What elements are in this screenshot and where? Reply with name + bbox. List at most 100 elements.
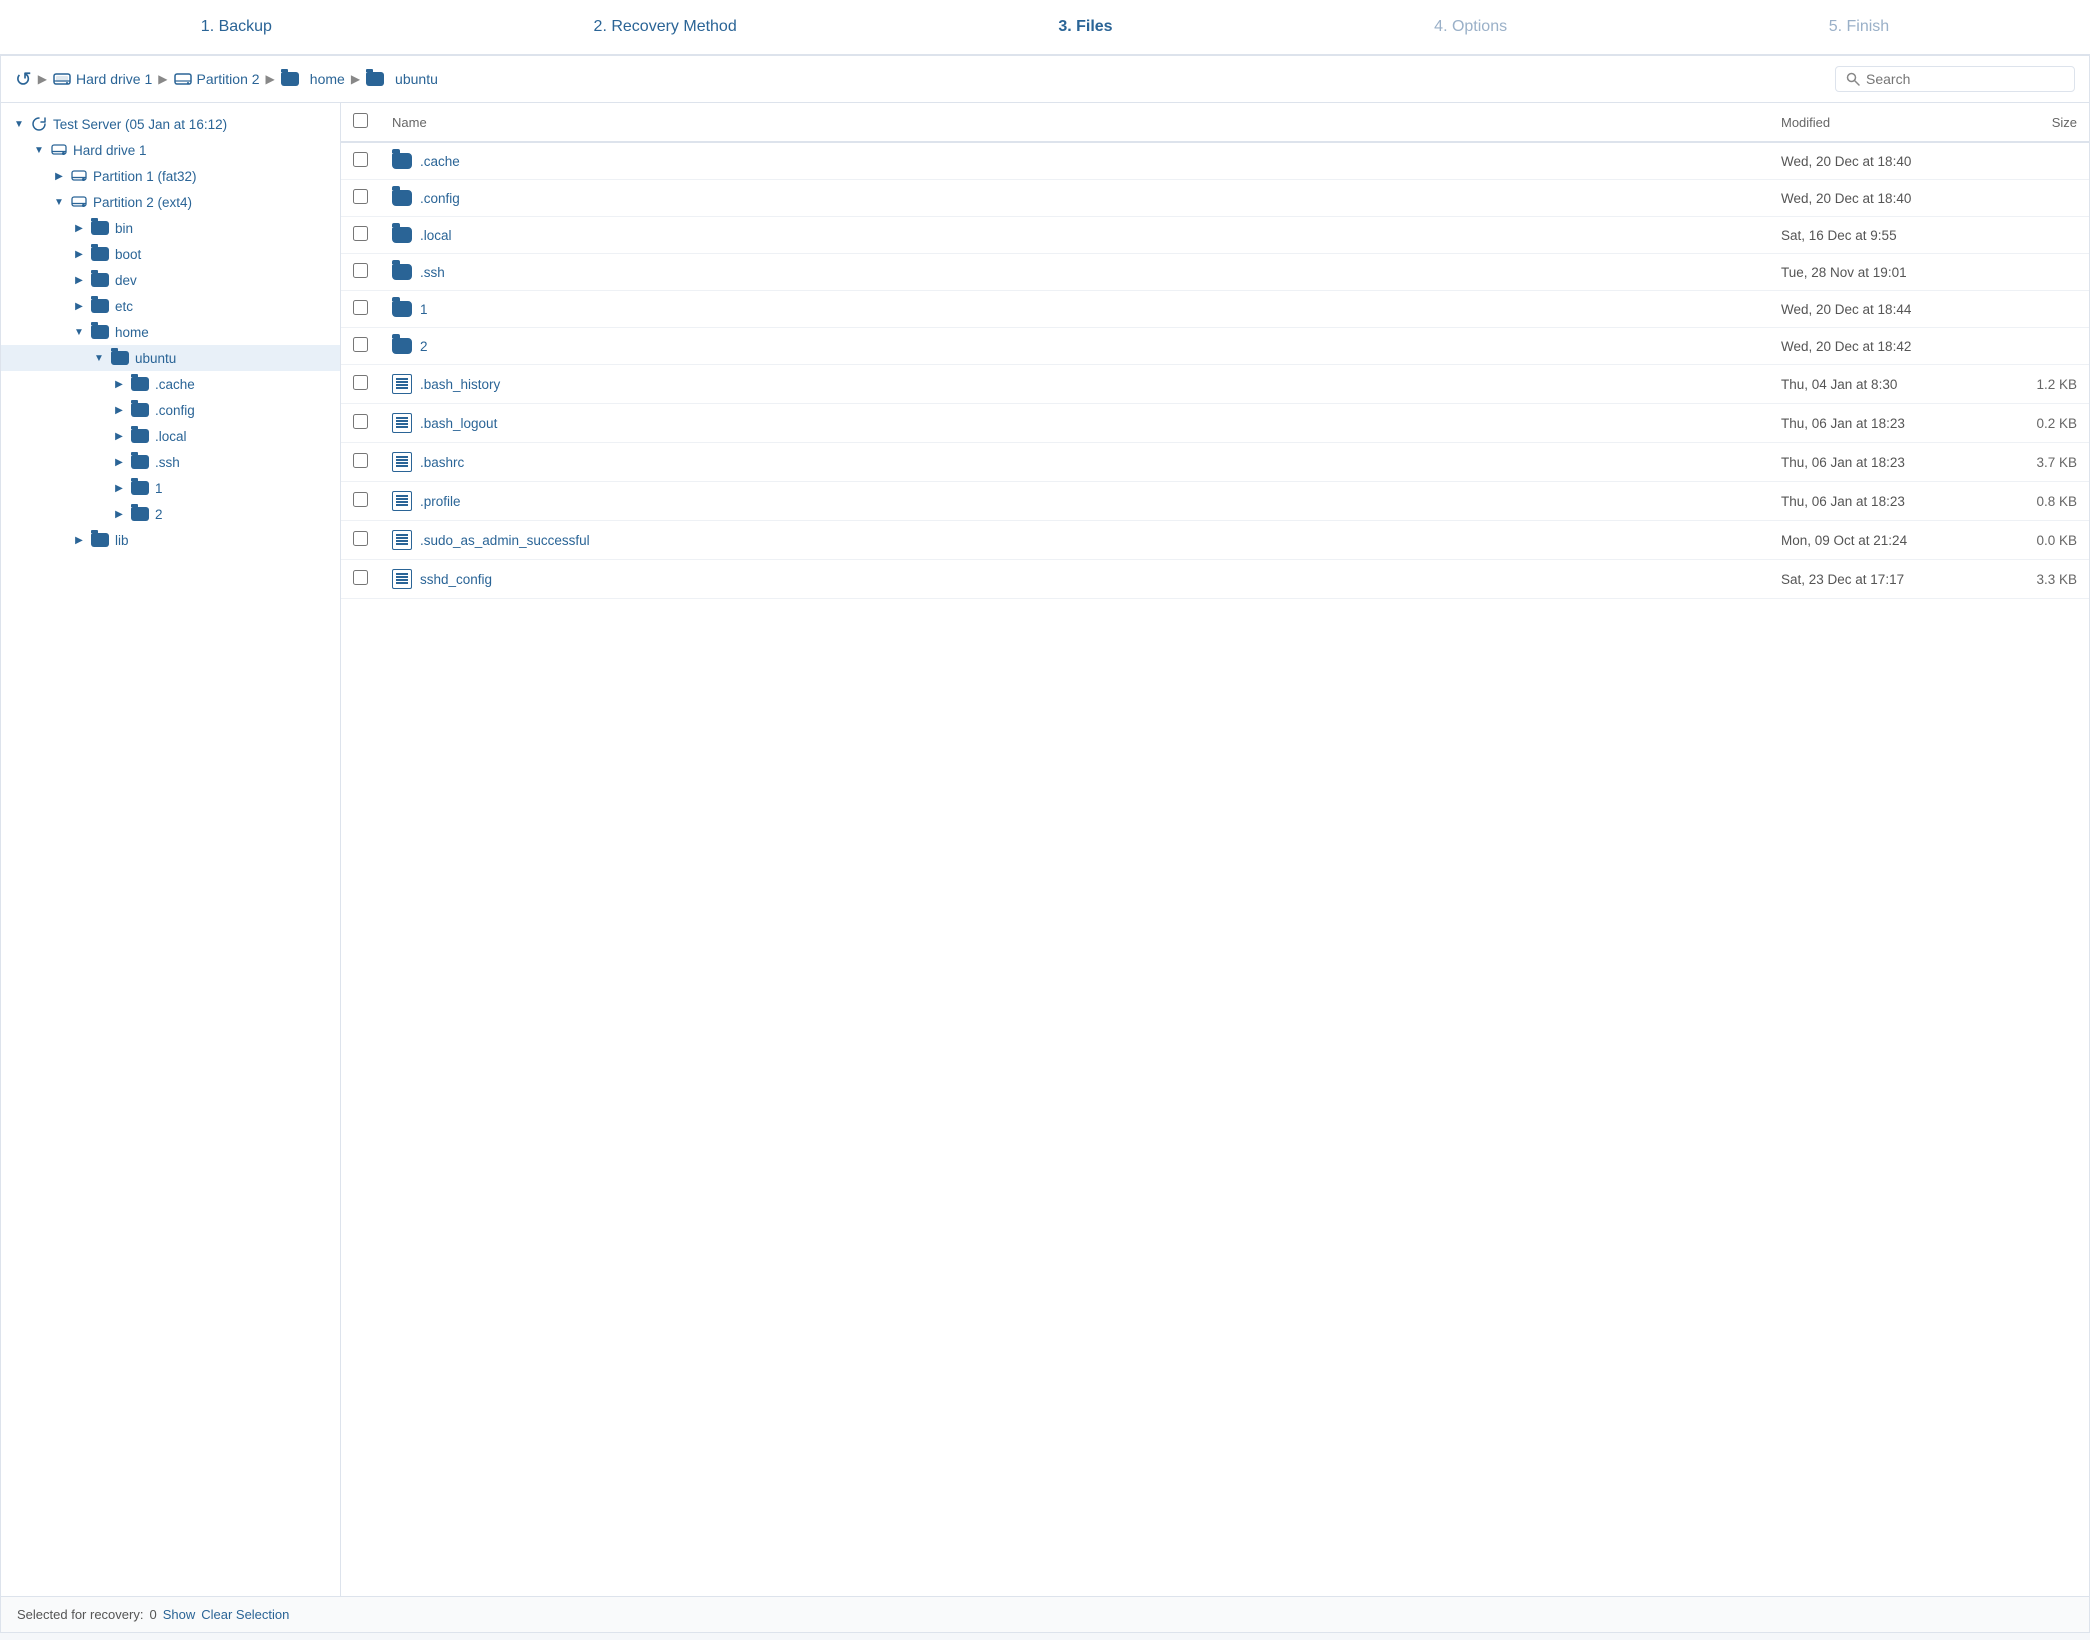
- sidebar-item-ubuntu[interactable]: ubuntu: [1, 345, 340, 371]
- selected-count: 0: [149, 1607, 156, 1622]
- breadcrumb-home[interactable]: home: [281, 71, 345, 87]
- folder-icon-bin: [91, 221, 109, 235]
- table-row: sshd_config Sat, 23 Dec at 17:17 3.3 KB: [341, 560, 2089, 599]
- sidebar-item-1-sub[interactable]: 1: [1, 475, 340, 501]
- file-icon: [392, 413, 412, 433]
- tab-files[interactable]: 3. Files: [1058, 18, 1112, 36]
- file-size-2: [1989, 328, 2089, 365]
- table-row: .cache Wed, 20 Dec at 18:40: [341, 142, 2089, 180]
- search-input[interactable]: [1866, 71, 2064, 87]
- breadcrumb-partition-2[interactable]: Partition 2: [174, 71, 260, 87]
- file-modified-bash_logout: Thu, 06 Jan at 18:23: [1769, 404, 1989, 443]
- file-size-local: [1989, 217, 2089, 254]
- breadcrumb-hard-drive-1[interactable]: Hard drive 1: [53, 71, 152, 87]
- row-checkbox-2[interactable]: [353, 337, 368, 352]
- file-size-config: [1989, 180, 2089, 217]
- row-checkbox-sudo_as_admin[interactable]: [353, 531, 368, 546]
- row-checkbox-bashrc[interactable]: [353, 453, 368, 468]
- file-size-1: [1989, 291, 2089, 328]
- file-name-label: .bash_history: [420, 377, 500, 392]
- file-modified-sudo_as_admin: Mon, 09 Oct at 21:24: [1769, 521, 1989, 560]
- row-checkbox-ssh[interactable]: [353, 263, 368, 278]
- file-name-ssh[interactable]: .ssh: [392, 264, 1757, 280]
- row-checkbox-bash_history[interactable]: [353, 375, 368, 390]
- sidebar-item-test-server[interactable]: Test Server (05 Jan at 16:12): [1, 111, 340, 137]
- sidebar-item-local-sub[interactable]: .local: [1, 423, 340, 449]
- file-icon: [392, 569, 412, 589]
- file-name-label: .cache: [420, 154, 460, 169]
- tab-recovery-method[interactable]: 2. Recovery Method: [594, 18, 737, 36]
- sidebar-label-hard-drive-1: Hard drive 1: [73, 143, 147, 158]
- tab-options[interactable]: 4. Options: [1434, 18, 1507, 36]
- breadcrumb-sep-0: ▶: [38, 72, 47, 86]
- chevron-down-icon: [71, 324, 87, 340]
- tab-finish[interactable]: 5. Finish: [1829, 18, 1889, 36]
- folder-icon: [392, 264, 412, 280]
- sidebar-item-cache-sub[interactable]: .cache: [1, 371, 340, 397]
- table-row: .bash_history Thu, 04 Jan at 8:30 1.2 KB: [341, 365, 2089, 404]
- file-icon: [392, 452, 412, 472]
- sidebar-item-dev[interactable]: dev: [1, 267, 340, 293]
- sidebar-item-2-sub[interactable]: 2: [1, 501, 340, 527]
- sidebar-label-1-sub: 1: [155, 481, 163, 496]
- file-size-cache: [1989, 142, 2089, 180]
- sidebar-item-partition-1[interactable]: Partition 1 (fat32): [1, 163, 340, 189]
- sidebar-item-config-sub[interactable]: .config: [1, 397, 340, 423]
- sidebar-item-ssh-sub[interactable]: .ssh: [1, 449, 340, 475]
- breadcrumb-p2-label: Partition 2: [197, 71, 260, 87]
- chevron-right-icon: [51, 168, 67, 184]
- show-link[interactable]: Show: [163, 1607, 196, 1622]
- sidebar-item-lib[interactable]: lib: [1, 527, 340, 553]
- sidebar-item-bin[interactable]: bin: [1, 215, 340, 241]
- file-name-label: sshd_config: [420, 572, 492, 587]
- file-name-bash_logout: .bash_logout: [392, 413, 1757, 433]
- chevron-right-icon: [71, 298, 87, 314]
- table-row: .profile Thu, 06 Jan at 18:23 0.8 KB: [341, 482, 2089, 521]
- breadcrumb-ubuntu[interactable]: ubuntu: [366, 71, 438, 87]
- col-header-size: Size: [1989, 103, 2089, 142]
- sidebar-item-hard-drive-1[interactable]: Hard drive 1: [1, 137, 340, 163]
- file-modified-sshd_config: Sat, 23 Dec at 17:17: [1769, 560, 1989, 599]
- file-name-label: .config: [420, 191, 460, 206]
- file-name-label: .profile: [420, 494, 461, 509]
- row-checkbox-local[interactable]: [353, 226, 368, 241]
- file-name-2[interactable]: 2: [392, 338, 1757, 354]
- sidebar-item-etc[interactable]: etc: [1, 293, 340, 319]
- sidebar-label-local-sub: .local: [155, 429, 187, 444]
- back-icon[interactable]: ↺: [15, 67, 32, 92]
- row-checkbox-bash_logout[interactable]: [353, 414, 368, 429]
- chevron-right-icon: [71, 532, 87, 548]
- file-name-1[interactable]: 1: [392, 301, 1757, 317]
- chevron-down-icon: [51, 194, 67, 210]
- clear-selection-link[interactable]: Clear Selection: [201, 1607, 289, 1622]
- file-size-sshd_config: 3.3 KB: [1989, 560, 2089, 599]
- file-modified-profile: Thu, 06 Jan at 18:23: [1769, 482, 1989, 521]
- folder-icon: [392, 153, 412, 169]
- sidebar-label-partition-1: Partition 1 (fat32): [93, 169, 197, 184]
- folder-icon: [392, 227, 412, 243]
- row-checkbox-sshd_config[interactable]: [353, 570, 368, 585]
- file-name-local[interactable]: .local: [392, 227, 1757, 243]
- sidebar-label-config-sub: .config: [155, 403, 195, 418]
- row-checkbox-cache[interactable]: [353, 152, 368, 167]
- folder-icon-etc: [91, 299, 109, 313]
- chevron-right-icon: [111, 402, 127, 418]
- tab-backup[interactable]: 1. Backup: [201, 18, 272, 36]
- file-name-config[interactable]: .config: [392, 190, 1757, 206]
- sidebar-item-boot[interactable]: boot: [1, 241, 340, 267]
- file-name-cache[interactable]: .cache: [392, 153, 1757, 169]
- row-checkbox-config[interactable]: [353, 189, 368, 204]
- folder-icon: [392, 301, 412, 317]
- file-name-label: 2: [420, 339, 428, 354]
- file-list-panel: Name Modified Size .cache Wed, 20 Dec at…: [341, 103, 2089, 1596]
- sidebar-item-home[interactable]: home: [1, 319, 340, 345]
- row-checkbox-1[interactable]: [353, 300, 368, 315]
- row-checkbox-profile[interactable]: [353, 492, 368, 507]
- sidebar-item-partition-2[interactable]: Partition 2 (ext4): [1, 189, 340, 215]
- table-row: .bashrc Thu, 06 Jan at 18:23 3.7 KB: [341, 443, 2089, 482]
- file-size-sudo_as_admin: 0.0 KB: [1989, 521, 2089, 560]
- select-all-checkbox[interactable]: [353, 113, 368, 128]
- search-box[interactable]: [1835, 66, 2075, 92]
- chevron-right-icon: [111, 376, 127, 392]
- breadcrumb-ubuntu-label: ubuntu: [395, 71, 438, 87]
